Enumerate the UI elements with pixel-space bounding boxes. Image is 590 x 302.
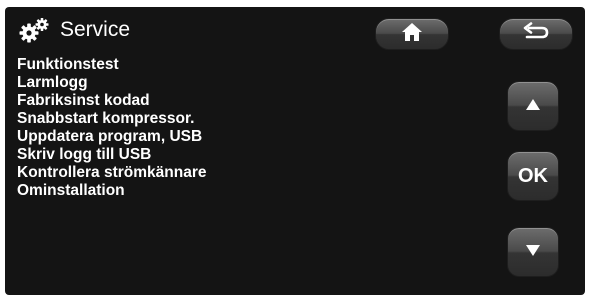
back-button[interactable] [499,18,573,50]
down-arrow-icon [526,243,540,261]
scroll-up-button[interactable] [507,81,559,131]
home-icon [401,22,423,47]
display-screen: Service Funktionstest Larmlogg Fabriksin… [5,7,585,295]
ok-button[interactable]: OK [507,151,559,201]
service-menu: Funktionstest Larmlogg Fabriksinst kodad… [17,56,207,200]
menu-item-kontrollera-stromkannare[interactable]: Kontrollera strömkännare [17,164,207,182]
menu-item-funktionstest[interactable]: Funktionstest [17,56,207,74]
menu-item-fabriksinst-kodad[interactable]: Fabriksinst kodad [17,92,207,110]
menu-item-snabbstart-kompressor[interactable]: Snabbstart kompressor. [17,110,207,128]
scroll-down-button[interactable] [507,227,559,277]
ok-button-label: OK [518,165,548,187]
menu-item-skriv-logg-till-usb[interactable]: Skriv logg till USB [17,146,207,164]
up-arrow-icon [526,97,540,115]
page-title: Service [60,18,131,41]
back-arrow-icon [521,21,551,47]
gears-icon [17,16,53,44]
menu-item-larmlogg[interactable]: Larmlogg [17,74,207,92]
menu-item-ominstallation[interactable]: Ominstallation [17,182,207,200]
home-button[interactable] [375,18,449,50]
menu-item-uppdatera-program-usb[interactable]: Uppdatera program, USB [17,128,207,146]
